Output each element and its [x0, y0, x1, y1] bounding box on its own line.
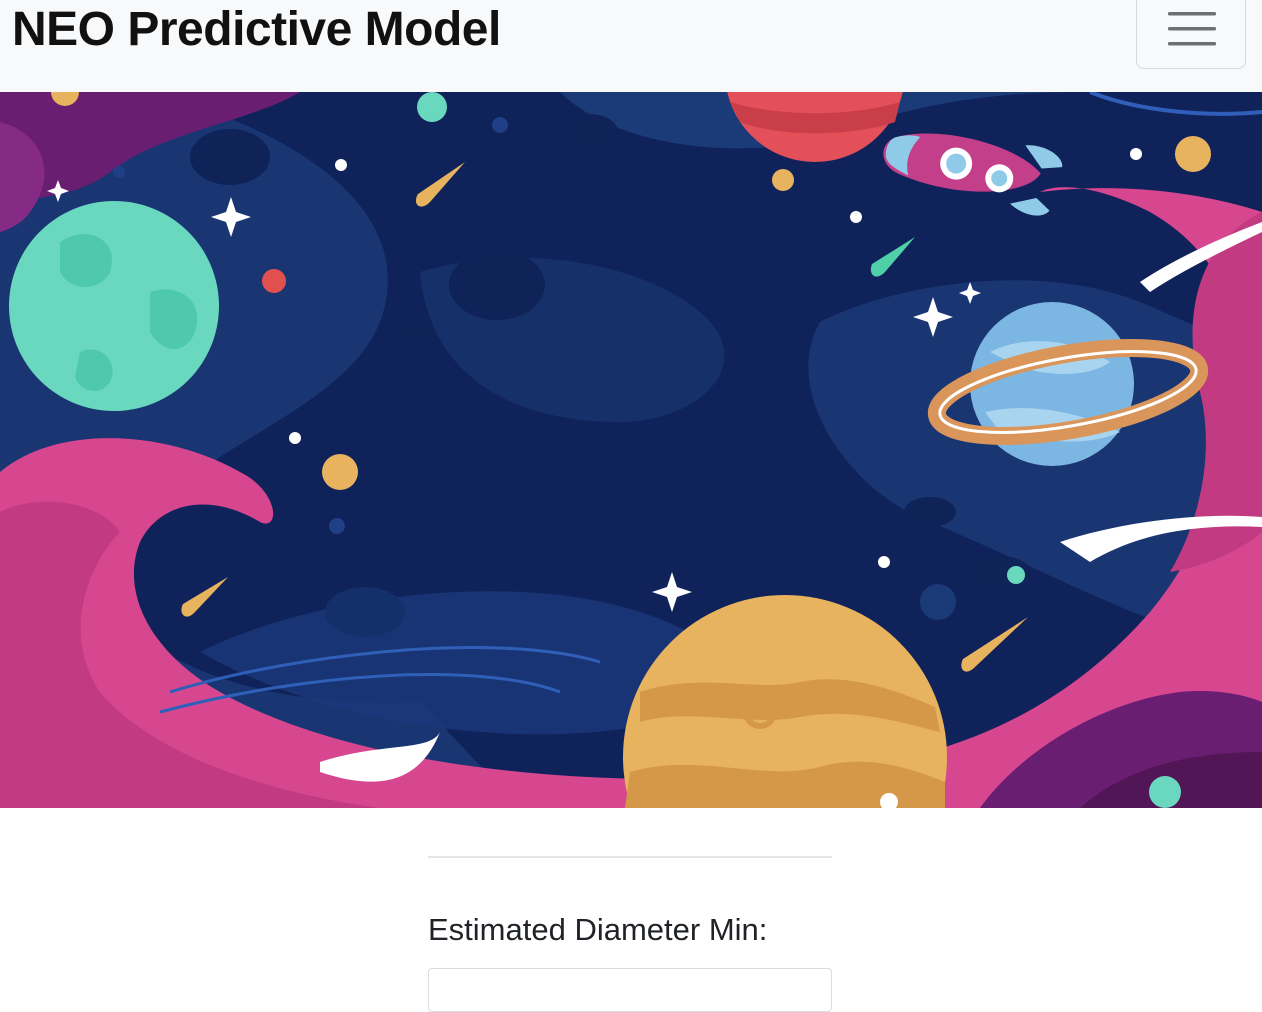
form-divider	[428, 856, 832, 858]
navbar-toggler-button[interactable]	[1136, 0, 1246, 69]
navbar: NEO Predictive Model	[0, 0, 1262, 92]
estimated-diameter-min-label: Estimated Diameter Min:	[428, 912, 768, 947]
estimated-diameter-min-input[interactable]	[428, 968, 832, 1012]
hamburger-menu-icon	[1168, 12, 1216, 46]
hero-space-illustration	[0, 92, 1262, 808]
navbar-brand[interactable]: NEO Predictive Model	[12, 2, 501, 58]
